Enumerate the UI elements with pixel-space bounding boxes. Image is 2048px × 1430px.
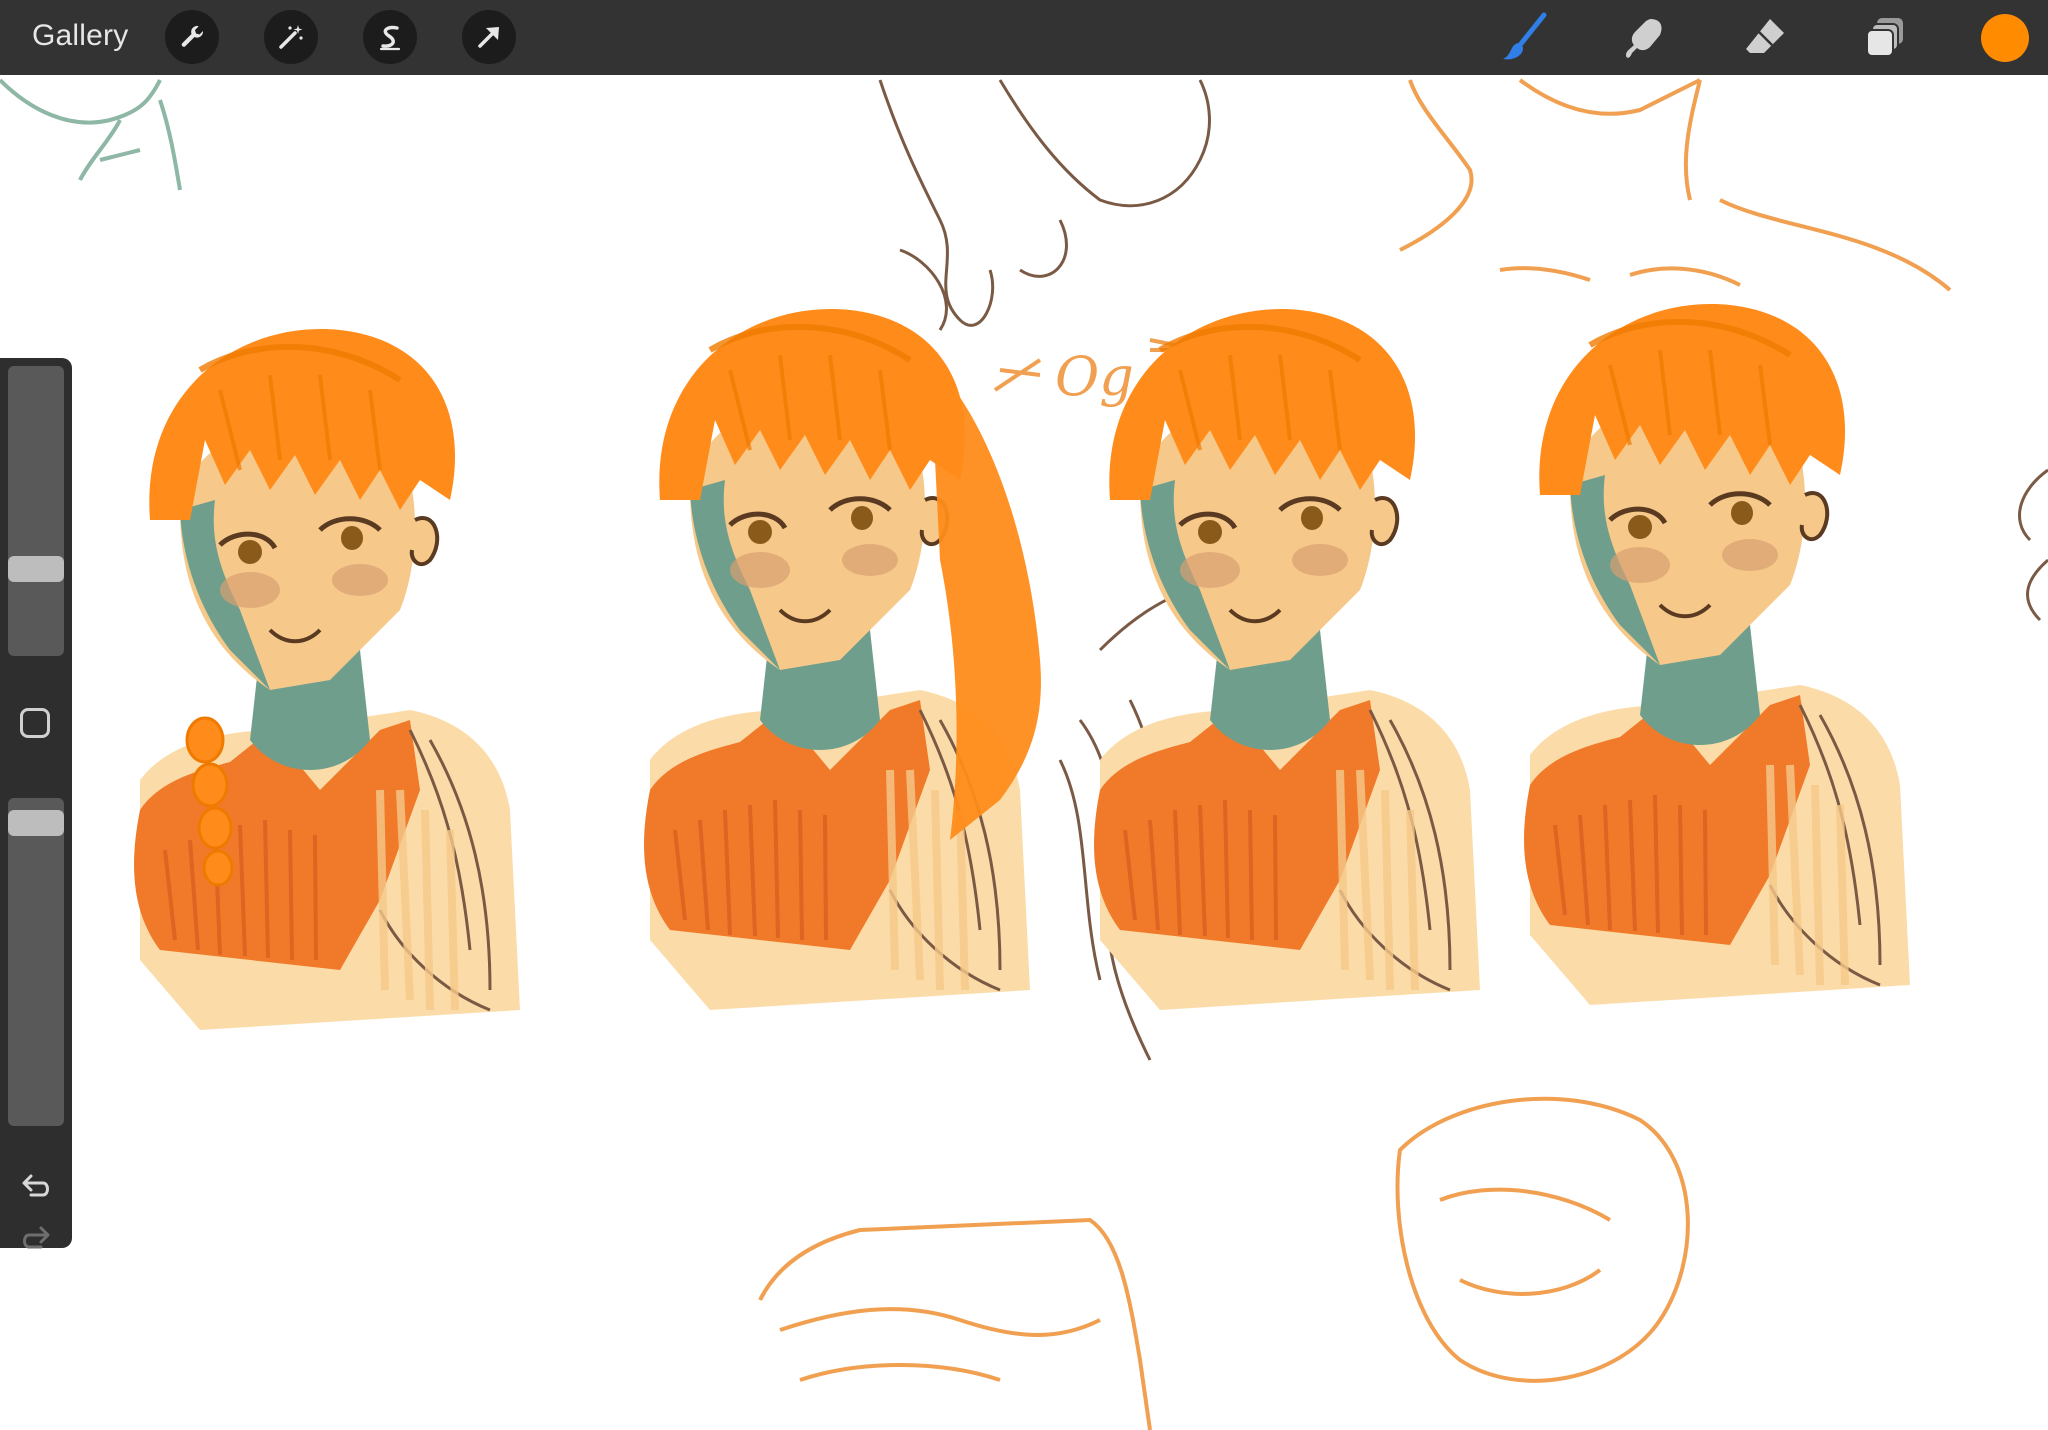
layers-icon	[1866, 18, 1903, 57]
redo-icon	[23, 1226, 50, 1249]
redo-button[interactable]	[18, 1222, 54, 1258]
color-picker-button[interactable]	[1981, 14, 2029, 62]
eraser-button[interactable]	[1737, 10, 1793, 66]
sketch-lines-bottom	[758, 1096, 1690, 1430]
sketch-lines-top-left	[0, 78, 182, 191]
opacity-thumb[interactable]	[8, 810, 64, 837]
adjustments-button[interactable]	[264, 10, 318, 64]
opacity-slider[interactable]	[8, 798, 64, 1126]
sketch-lines-top-center	[878, 79, 1211, 331]
brush-button[interactable]	[1497, 10, 1553, 66]
undo-button[interactable]	[18, 1170, 54, 1206]
character-figure-1	[134, 329, 520, 1030]
magic-wand-icon	[279, 25, 303, 49]
top-toolbar: Gallery	[0, 0, 2048, 75]
actions-button[interactable]	[165, 10, 219, 64]
annotation-text: Og	[1055, 345, 1134, 408]
smudge-icon	[1626, 19, 1662, 58]
selection-button[interactable]	[363, 10, 417, 64]
transform-button[interactable]	[462, 10, 516, 64]
eraser-icon	[1746, 19, 1784, 53]
sketch-right-edge	[2018, 468, 2048, 622]
character-figure-4	[1524, 304, 1910, 1005]
arrow-icon	[478, 27, 499, 48]
smudge-button[interactable]	[1617, 10, 1673, 66]
wrench-icon	[181, 25, 204, 47]
left-sidebar	[0, 358, 72, 1249]
drawing-canvas[interactable]: Og	[0, 75, 2048, 1430]
undo-icon	[22, 1174, 49, 1197]
character-figure-3	[1094, 309, 1480, 1010]
gallery-button[interactable]: Gallery	[32, 19, 128, 53]
selection-s-icon	[379, 25, 401, 51]
sketch-lines-top-right	[1399, 78, 1952, 292]
brush-size-thumb[interactable]	[8, 556, 64, 583]
layers-button[interactable]	[1857, 10, 1913, 66]
brush-size-slider[interactable]	[8, 366, 64, 656]
modify-square-icon[interactable]	[20, 708, 50, 738]
brush-icon	[1503, 12, 1547, 60]
